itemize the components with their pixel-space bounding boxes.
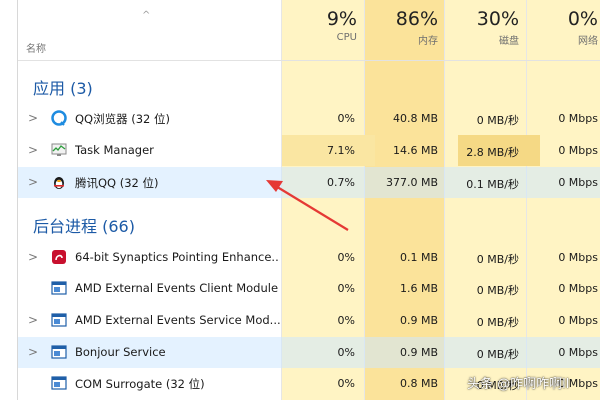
cpu-value: 0%: [337, 314, 355, 327]
column-header-memory[interactable]: 86% 内存: [364, 8, 438, 47]
amd-service-icon: [51, 313, 67, 327]
disk-value: 0.1 MB/秒: [466, 178, 519, 191]
column-header-disk[interactable]: 30% 磁盘: [444, 8, 519, 47]
process-name: AMD External Events Service Mod...: [75, 313, 280, 327]
process-name: 腾讯QQ (32 位): [75, 176, 159, 190]
process-row[interactable]: > Task Manager 7.1% 14.6 MB 2.8 MB/秒 0 M…: [18, 135, 600, 166]
network-label: 网络: [578, 36, 598, 47]
expand-chevron-icon[interactable]: >: [28, 313, 38, 327]
network-total-percent: 0%: [567, 8, 598, 30]
cpu-value: 7.1%: [327, 144, 355, 157]
expand-chevron-icon[interactable]: >: [28, 111, 38, 125]
process-row[interactable]: > AMD External Events Service Mod... 0% …: [18, 305, 600, 336]
memory-value: 377.0 MB: [385, 176, 438, 189]
expand-chevron-icon[interactable]: >: [28, 250, 38, 264]
qq-penguin-icon: [54, 177, 64, 189]
com-surrogate-icon: [51, 376, 67, 390]
process-name: Task Manager: [75, 143, 154, 157]
memory-value: 14.6 MB: [392, 144, 438, 157]
disk-label: 磁盘: [499, 36, 519, 47]
memory-value: 0.8 MB: [399, 377, 438, 390]
disk-value: 0 MB/秒: [476, 316, 519, 329]
process-name: AMD External Events Client Module: [75, 281, 279, 295]
memory-value: 0.9 MB: [399, 314, 438, 327]
cpu-label: CPU: [336, 32, 357, 43]
cpu-value: 0%: [337, 251, 355, 264]
memory-total-percent: 86%: [395, 8, 438, 30]
network-value: 0 Mbps: [558, 144, 598, 157]
process-row[interactable]: > 64-bit Synaptics Pointing Enhance... 0…: [18, 242, 600, 273]
process-name: 64-bit Synaptics Pointing Enhance...: [75, 250, 280, 264]
cpu-value: 0.7%: [327, 176, 355, 189]
memory-label: 内存: [418, 36, 438, 47]
memory-value: 40.8 MB: [392, 112, 438, 125]
cpu-total-percent: 9%: [326, 8, 357, 30]
header-separator: [18, 60, 600, 61]
cpu-value: 0%: [337, 282, 355, 295]
bonjour-service-icon: [51, 345, 67, 359]
group-title-apps: 应用 (3): [33, 79, 93, 98]
network-value: 0 Mbps: [558, 176, 598, 189]
network-value: 0 Mbps: [558, 346, 598, 359]
watermark-text: 头条 @咋啊咋啊ll: [467, 377, 570, 392]
amd-service-icon: [51, 281, 67, 295]
network-value: 0 Mbps: [558, 282, 598, 295]
disk-value: 0 MB/秒: [476, 114, 519, 127]
column-header-name[interactable]: 名称: [26, 40, 46, 55]
disk-value: 2.8 MB/秒: [466, 146, 519, 159]
cpu-value: 0%: [337, 112, 355, 125]
cpu-value: 0%: [337, 346, 355, 359]
expand-chevron-icon[interactable]: >: [28, 345, 38, 359]
process-row[interactable]: > QQ浏览器 (32 位) 0% 40.8 MB 0 MB/秒 0 Mbps: [18, 103, 600, 134]
qq-browser-icon: [51, 110, 67, 126]
task-manager-icon: [51, 143, 67, 156]
disk-value: 0 MB/秒: [476, 348, 519, 361]
process-name: Bonjour Service: [75, 345, 166, 359]
column-header-cpu[interactable]: 9% CPU: [281, 8, 357, 43]
task-manager-processes-view: ^ 名称 9% CPU 86% 内存 30% 磁盘 0% 网络 应用 (3) >…: [0, 0, 600, 400]
disk-value: 0 MB/秒: [476, 284, 519, 297]
disk-value: 0 MB/秒: [476, 253, 519, 266]
column-header-network[interactable]: 0% 网络: [526, 8, 598, 47]
group-title-background: 后台进程 (66): [33, 217, 135, 236]
cpu-value: 0%: [337, 377, 355, 390]
process-row-hovered[interactable]: > Bonjour Service 0% 0.9 MB 0 MB/秒 0 Mbp…: [18, 337, 600, 368]
expand-chevron-icon[interactable]: >: [28, 175, 38, 189]
process-row-selected[interactable]: > 腾讯QQ (32 位) 0.7% 377.0 MB 0.1 MB/秒 0 M…: [18, 167, 600, 198]
process-name: QQ浏览器 (32 位): [75, 112, 171, 126]
synaptics-icon: [52, 250, 66, 264]
expand-chevron-icon[interactable]: >: [28, 143, 38, 157]
disk-total-percent: 30%: [476, 8, 519, 30]
network-value: 0 Mbps: [558, 251, 598, 264]
process-row[interactable]: AMD External Events Client Module 0% 1.6…: [18, 273, 600, 304]
memory-value: 0.9 MB: [399, 346, 438, 359]
network-value: 0 Mbps: [558, 314, 598, 327]
memory-value: 1.6 MB: [399, 282, 438, 295]
memory-value: 0.1 MB: [399, 251, 438, 264]
process-name: COM Surrogate (32 位): [75, 377, 205, 391]
network-value: 0 Mbps: [558, 112, 598, 125]
sort-caret-icon[interactable]: ^: [142, 10, 150, 21]
